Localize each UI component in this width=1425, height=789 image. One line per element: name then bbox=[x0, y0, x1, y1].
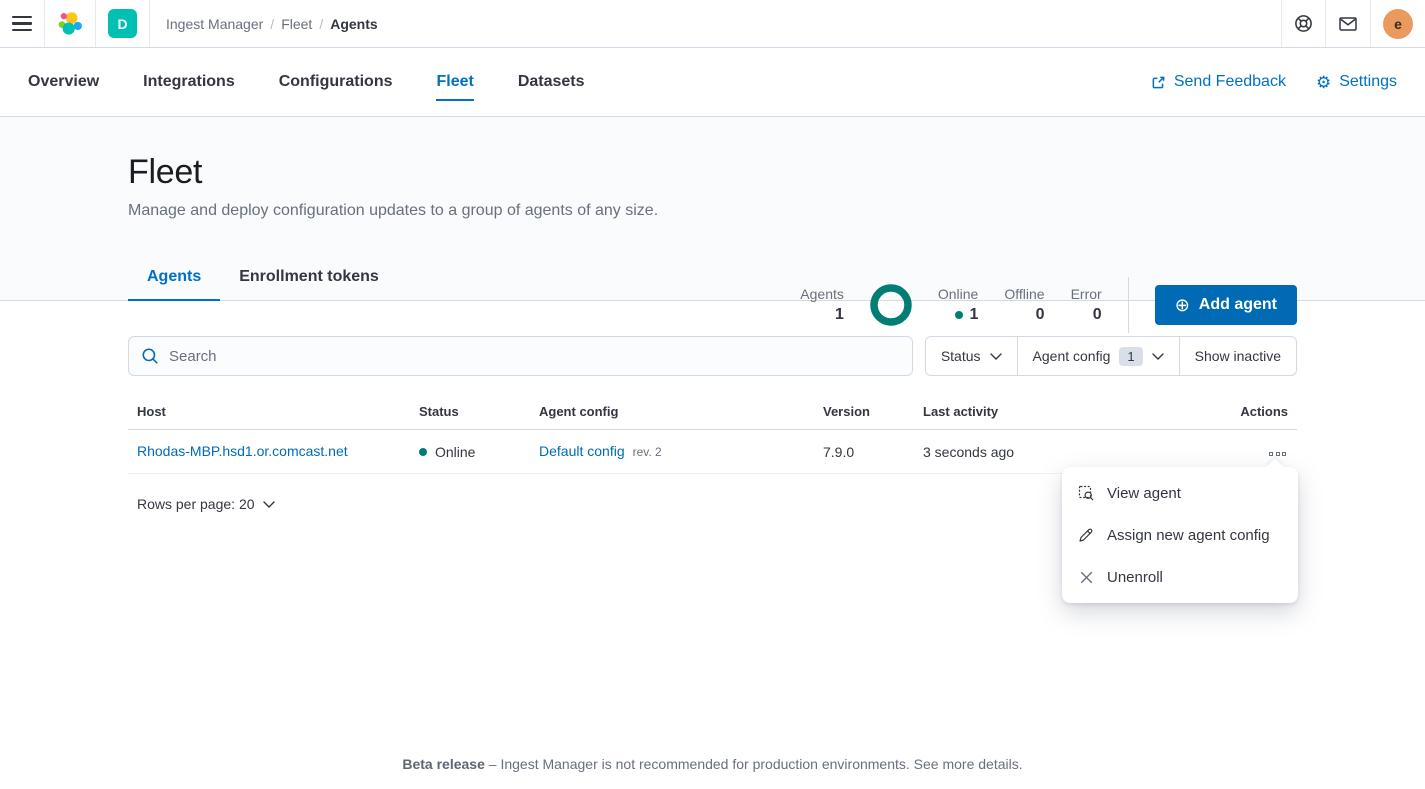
search-box bbox=[128, 336, 913, 376]
breadcrumb: Ingest Manager / Fleet / Agents bbox=[150, 16, 394, 32]
send-feedback-link[interactable]: Send Feedback bbox=[1151, 73, 1286, 91]
agent-version: 7.9.0 bbox=[823, 444, 923, 460]
subtab-agents[interactable]: Agents bbox=[128, 268, 220, 301]
top-chrome-bar: D Ingest Manager / Fleet / Agents e bbox=[0, 0, 1425, 48]
chevron-down-icon bbox=[990, 353, 1002, 360]
column-header-last-activity: Last activity bbox=[923, 404, 1163, 419]
app-nav: Overview Integrations Configurations Fle… bbox=[0, 48, 1425, 117]
agent-stats: Agents 1 Online 1 Offline 0 Error 0 bbox=[800, 284, 1101, 326]
column-header-host: Host bbox=[137, 404, 419, 419]
avatar: e bbox=[1383, 9, 1413, 39]
breadcrumb-agents: Agents bbox=[330, 16, 377, 32]
beta-release-notice: Beta release – Ingest Manager is not rec… bbox=[0, 756, 1425, 772]
newsfeed-button[interactable] bbox=[1325, 0, 1370, 47]
agent-config-filter-button[interactable]: Agent config 1 bbox=[1017, 337, 1179, 375]
breadcrumb-ingest-manager[interactable]: Ingest Manager bbox=[166, 16, 263, 32]
cross-icon bbox=[1078, 571, 1094, 584]
column-header-agent-config: Agent config bbox=[539, 404, 823, 419]
gear-icon: ⚙ bbox=[1316, 74, 1331, 91]
row-actions-menu: View agent Assign new agent config Unenr… bbox=[1062, 467, 1298, 603]
search-input[interactable] bbox=[128, 336, 913, 376]
column-header-status: Status bbox=[419, 404, 539, 419]
online-dot-icon bbox=[955, 311, 963, 319]
settings-link[interactable]: ⚙ Settings bbox=[1316, 73, 1397, 91]
tab-overview[interactable]: Overview bbox=[28, 63, 99, 101]
fleet-header-section: Fleet Manage and deploy configuration up… bbox=[0, 117, 1425, 301]
send-feedback-label: Send Feedback bbox=[1174, 73, 1286, 91]
stat-agents: Agents 1 bbox=[800, 286, 844, 324]
settings-label: Settings bbox=[1339, 73, 1397, 91]
show-inactive-toggle[interactable]: Show inactive bbox=[1179, 337, 1296, 375]
menu-item-unenroll[interactable]: Unenroll bbox=[1062, 556, 1298, 598]
search-icon bbox=[141, 347, 159, 365]
chevron-down-icon bbox=[263, 501, 275, 508]
page-subtitle: Manage and deploy configuration updates … bbox=[128, 202, 1297, 220]
boxes-horizontal-icon bbox=[1269, 452, 1273, 456]
mail-icon bbox=[1338, 14, 1358, 34]
menu-item-view-agent[interactable]: View agent bbox=[1062, 472, 1298, 514]
table-header-row: Host Status Agent config Version Last ac… bbox=[128, 395, 1297, 430]
filter-group: Status Agent config 1 Show inactive bbox=[925, 336, 1297, 376]
tab-configurations[interactable]: Configurations bbox=[279, 63, 393, 101]
filter-count-badge: 1 bbox=[1119, 347, 1142, 366]
pencil-icon bbox=[1078, 527, 1094, 543]
chevron-down-icon bbox=[1152, 353, 1164, 360]
page-title: Fleet bbox=[128, 117, 1297, 192]
help-icon bbox=[1294, 14, 1313, 33]
column-header-version: Version bbox=[823, 404, 923, 419]
status-filter-button[interactable]: Status bbox=[926, 337, 1017, 375]
row-actions-button[interactable] bbox=[1267, 448, 1288, 460]
stat-error: Error 0 bbox=[1071, 286, 1102, 324]
stat-offline: Offline 0 bbox=[1004, 286, 1044, 324]
fleet-subtabs: Agents Enrollment tokens bbox=[128, 268, 398, 301]
column-header-actions: Actions bbox=[1163, 404, 1288, 419]
space-selector[interactable]: D bbox=[96, 0, 150, 47]
agents-table: Host Status Agent config Version Last ac… bbox=[128, 395, 1297, 474]
menu-item-assign-config[interactable]: Assign new agent config bbox=[1062, 514, 1298, 556]
agent-host-link[interactable]: Rhodas-MBP.hsd1.or.comcast.net bbox=[137, 443, 348, 459]
subtab-enrollment-tokens[interactable]: Enrollment tokens bbox=[220, 268, 398, 301]
space-badge: D bbox=[108, 9, 137, 38]
menu-button[interactable] bbox=[0, 0, 45, 47]
agent-last-activity: 3 seconds ago bbox=[923, 444, 1163, 460]
plus-circle-icon: ⊕ bbox=[1175, 296, 1190, 314]
tab-datasets[interactable]: Datasets bbox=[518, 63, 585, 101]
elastic-logo-icon bbox=[57, 11, 83, 37]
tab-fleet[interactable]: Fleet bbox=[436, 63, 473, 101]
tab-integrations[interactable]: Integrations bbox=[143, 63, 235, 101]
divider bbox=[1128, 277, 1129, 333]
user-menu-button[interactable]: e bbox=[1370, 0, 1425, 47]
agents-donut-chart bbox=[870, 284, 912, 326]
hamburger-icon bbox=[12, 16, 32, 32]
agent-config-link[interactable]: Default config bbox=[539, 443, 625, 459]
stat-online: Online 1 bbox=[938, 286, 978, 324]
external-link-icon bbox=[1151, 75, 1166, 90]
add-agent-button[interactable]: ⊕ Add agent bbox=[1155, 285, 1297, 325]
config-revision: rev. 2 bbox=[633, 445, 662, 459]
home-logo-button[interactable] bbox=[45, 0, 96, 47]
breadcrumb-fleet[interactable]: Fleet bbox=[281, 16, 312, 32]
online-status-dot-icon bbox=[419, 448, 427, 456]
agent-status: Online bbox=[435, 444, 475, 460]
beta-release-label: Beta release bbox=[402, 756, 485, 772]
inspect-icon bbox=[1078, 485, 1094, 501]
help-menu-button[interactable] bbox=[1281, 0, 1325, 47]
